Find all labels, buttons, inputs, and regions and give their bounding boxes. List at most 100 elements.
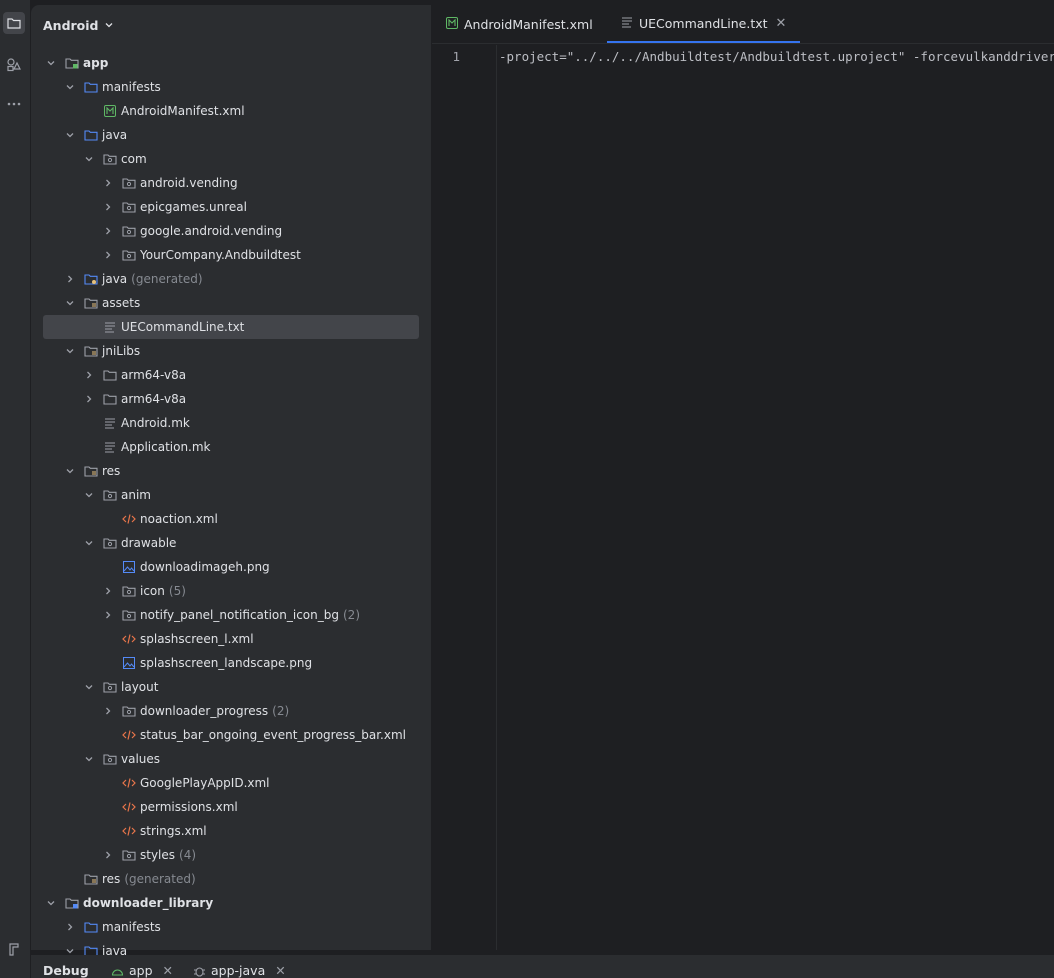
tree-item[interactable]: google.android.vending	[31, 219, 431, 243]
tree-item[interactable]: manifests	[31, 75, 431, 99]
folder-icon	[84, 920, 98, 934]
package-icon	[122, 584, 136, 598]
tree-item-text: com	[121, 152, 147, 166]
project-tool-button[interactable]	[3, 12, 25, 34]
chevron-right-icon[interactable]	[65, 274, 75, 284]
tree-item[interactable]: Application.mk	[31, 435, 431, 459]
tree-item[interactable]: android.vending	[31, 171, 431, 195]
tree-item-text: GooglePlayAppID.xml	[140, 776, 270, 790]
tree-item[interactable]: downloader_progress (2)	[31, 699, 431, 723]
chevron-down-icon[interactable]	[84, 682, 94, 692]
debug-tab-app-java[interactable]: app-java ✕	[193, 963, 286, 978]
resource-manager-button[interactable]	[3, 54, 25, 76]
chevron-down-icon[interactable]	[46, 58, 56, 68]
tree-item-label: noaction.xml	[140, 512, 218, 526]
tree-item-text: epicgames.unreal	[140, 200, 247, 214]
tree-item[interactable]: assets	[31, 291, 431, 315]
tree-item[interactable]: permissions.xml	[31, 795, 431, 819]
tab-androidmanifest[interactable]: AndroidManifest.xml	[446, 5, 593, 43]
debug-tab-title[interactable]: Debug	[43, 963, 89, 978]
tree-item[interactable]: manifests	[31, 915, 431, 939]
tree-item-label: Android.mk	[121, 416, 190, 430]
tree-item[interactable]: arm64-v8a	[31, 387, 431, 411]
debug-tab-app[interactable]: app ✕	[111, 963, 173, 978]
chevron-right-icon[interactable]	[103, 202, 113, 212]
tree-item[interactable]: downloader_library	[31, 891, 431, 915]
chevron-right-icon[interactable]	[84, 394, 94, 404]
tab-uecommandline[interactable]: UECommandLine.txt ✕	[607, 5, 801, 43]
chevron-down-icon[interactable]	[84, 754, 94, 764]
xml-file-icon	[122, 512, 136, 526]
tree-item[interactable]: status_bar_ongoing_event_progress_bar.xm…	[31, 723, 431, 747]
tree-item-label: layout	[121, 680, 158, 694]
tree-item[interactable]: noaction.xml	[31, 507, 431, 531]
chevron-right-icon[interactable]	[103, 586, 113, 596]
tree-item-text: jniLibs	[102, 344, 141, 358]
tree-item[interactable]: notify_panel_notification_icon_bg (2)	[31, 603, 431, 627]
chevron-right-icon[interactable]	[103, 178, 113, 188]
chevron-right-icon[interactable]	[65, 922, 75, 932]
tree-item-label: com	[121, 152, 147, 166]
tree-item[interactable]: arm64-v8a	[31, 363, 431, 387]
tree-item[interactable]: strings.xml	[31, 819, 431, 843]
view-selector-label: Android	[43, 17, 99, 33]
chevron-right-icon[interactable]	[103, 250, 113, 260]
tree-item[interactable]: com	[31, 147, 431, 171]
chevron-down-icon[interactable]	[65, 130, 75, 140]
close-icon[interactable]: ✕	[275, 963, 285, 978]
tree-item[interactable]: java	[31, 123, 431, 147]
chevron-down-icon[interactable]	[84, 538, 94, 548]
chevron-right-icon[interactable]	[84, 370, 94, 380]
folder-icon	[84, 80, 98, 94]
tree-item[interactable]: splashscreen_landscape.png	[31, 651, 431, 675]
tree-item[interactable]: app	[31, 51, 431, 75]
tree-item[interactable]: GooglePlayAppID.xml	[31, 771, 431, 795]
close-icon[interactable]: ✕	[776, 16, 787, 31]
tree-item[interactable]: downloadimageh.png	[31, 555, 431, 579]
tree-item[interactable]: styles (4)	[31, 843, 431, 867]
chevron-down-icon[interactable]	[84, 490, 94, 500]
tree-item-label: java (generated)	[102, 272, 203, 286]
tree-item[interactable]: Android.mk	[31, 411, 431, 435]
tree-item-text: res	[102, 464, 121, 478]
tree-item[interactable]: UECommandLine.txt	[43, 315, 419, 339]
tree-item[interactable]: values	[31, 747, 431, 771]
tree-item[interactable]: epicgames.unreal	[31, 195, 431, 219]
tree-item-label: java	[102, 128, 127, 142]
package-icon	[103, 752, 117, 766]
chevron-right-icon[interactable]	[103, 226, 113, 236]
build-variants-button[interactable]	[3, 938, 25, 960]
tree-item[interactable]: YourCompany.Andbuildtest	[31, 243, 431, 267]
chevron-right-icon[interactable]	[103, 706, 113, 716]
tree-item[interactable]: layout	[31, 675, 431, 699]
tree-item-text: app	[83, 56, 109, 70]
tree-item[interactable]: res (generated)	[31, 867, 431, 891]
chevron-down-icon[interactable]	[84, 154, 94, 164]
tree-item-label: downloader_library	[83, 896, 213, 910]
tree-item-text: drawable	[121, 536, 177, 550]
tree-item[interactable]: drawable	[31, 531, 431, 555]
tree-item[interactable]: java (generated)	[31, 267, 431, 291]
tree-item-label: manifests	[102, 920, 161, 934]
chevron-down-icon[interactable]	[46, 898, 56, 908]
tree-item[interactable]: splashscreen_l.xml	[31, 627, 431, 651]
tree-item[interactable]: icon (5)	[31, 579, 431, 603]
project-view-selector[interactable]: Android	[31, 5, 431, 45]
tree-item[interactable]: AndroidManifest.xml	[31, 99, 431, 123]
package-icon	[122, 224, 136, 238]
tree-item[interactable]: res	[31, 459, 431, 483]
chevron-down-icon[interactable]	[65, 466, 75, 476]
code-line[interactable]: -project="../../../Andbuildtest/Andbuild…	[499, 49, 1054, 64]
tree-item-label: YourCompany.Andbuildtest	[140, 248, 301, 262]
chevron-down-icon[interactable]	[65, 346, 75, 356]
tree-item[interactable]: jniLibs	[31, 339, 431, 363]
package-icon	[122, 200, 136, 214]
tree-item-text: res	[102, 872, 121, 886]
tree-item[interactable]: anim	[31, 483, 431, 507]
chevron-right-icon[interactable]	[103, 850, 113, 860]
close-icon[interactable]: ✕	[163, 963, 173, 978]
chevron-down-icon[interactable]	[65, 82, 75, 92]
chevron-down-icon[interactable]	[65, 298, 75, 308]
more-tools-button[interactable]	[3, 93, 25, 115]
chevron-right-icon[interactable]	[103, 610, 113, 620]
